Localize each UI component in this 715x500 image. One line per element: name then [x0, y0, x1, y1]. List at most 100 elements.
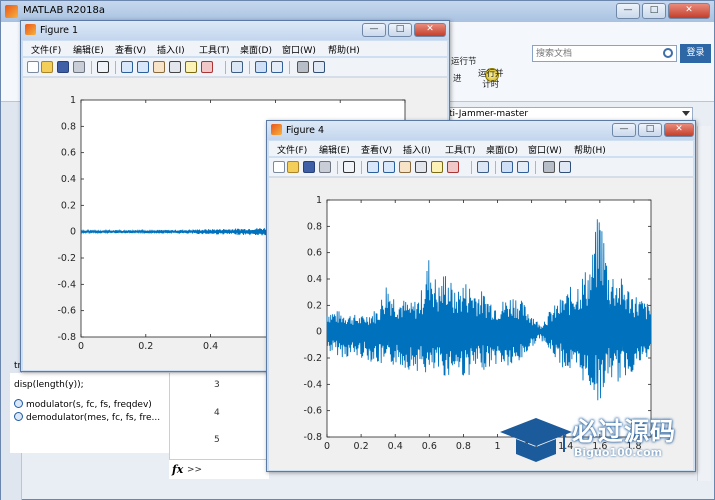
menu-item[interactable]: 窗口(W)	[528, 143, 562, 156]
dock-icon[interactable]	[313, 61, 325, 73]
login-button[interactable]: 登录	[680, 44, 711, 63]
pointer-icon[interactable]	[97, 61, 109, 73]
figure-1-close-button[interactable]: ✕	[414, 23, 446, 37]
rotate-icon[interactable]	[169, 61, 181, 73]
figure-1-title-bar[interactable]: Figure 1 — □ ✕	[21, 21, 449, 40]
colorbar-icon[interactable]	[501, 161, 513, 173]
function-icon	[14, 399, 23, 408]
toolbar-separator	[535, 161, 536, 174]
chevron-down-icon[interactable]	[682, 111, 690, 116]
toolbar-separator	[289, 61, 290, 74]
command-line: disp(length(y));	[14, 380, 84, 390]
dock-icon[interactable]	[559, 161, 571, 173]
zoom-out-icon[interactable]	[137, 61, 149, 73]
vertical-scrollbar[interactable]	[697, 126, 711, 481]
y-tick-label: 0.8	[307, 221, 322, 232]
figure-1-toolbar	[23, 57, 447, 77]
y-tick-label: 0.4	[61, 174, 76, 185]
pan-icon[interactable]	[399, 161, 411, 173]
rotate-icon[interactable]	[415, 161, 427, 173]
menu-item[interactable]: 桌面(D)	[486, 143, 518, 156]
brush-icon[interactable]	[201, 61, 213, 73]
menu-item[interactable]: 插入(I)	[403, 143, 431, 156]
menu-item[interactable]: 文件(F)	[277, 143, 307, 156]
figure-4-close-button[interactable]: ✕	[664, 123, 694, 137]
link-icon[interactable]	[231, 61, 243, 73]
figure-1-minimize-button[interactable]: —	[362, 23, 386, 37]
menu-item[interactable]: 编辑(E)	[73, 43, 104, 56]
link-icon[interactable]	[477, 161, 489, 173]
hide-tools-icon[interactable]	[543, 161, 555, 173]
advance-label[interactable]: 进	[453, 72, 462, 84]
y-tick-label: -0.4	[57, 279, 76, 290]
save-icon[interactable]	[303, 161, 315, 173]
pan-icon[interactable]	[153, 61, 165, 73]
function-item-modulator[interactable]: modulator(s, fc, fs, freqdev)	[14, 399, 152, 410]
pointer-icon[interactable]	[343, 161, 355, 173]
editor-panel[interactable]: 3 4 5	[169, 373, 269, 473]
data-cursor-icon[interactable]	[185, 61, 197, 73]
y-tick-label: 0.8	[61, 121, 76, 132]
zoom-out-icon[interactable]	[383, 161, 395, 173]
save-icon[interactable]	[57, 61, 69, 73]
function-item-demodulator[interactable]: demodulator(mes, fc, fs, fre...	[14, 412, 160, 423]
zoom-in-icon[interactable]	[367, 161, 379, 173]
doc-search-input[interactable]	[533, 46, 658, 61]
toolbar-separator	[337, 161, 338, 174]
open-icon[interactable]	[287, 161, 299, 173]
zoom-in-icon[interactable]	[121, 61, 133, 73]
command-prompt-bar[interactable]: fx >>	[169, 459, 269, 479]
figure-1-menu-bar: 文件(F) 编辑(E) 查看(V) 插入(I) 工具(T) 桌面(D) 窗口(W) 帮助(H)	[23, 41, 447, 56]
run-section-label[interactable]: 运行节	[451, 55, 477, 67]
y-tick-label: -0.2	[57, 253, 76, 264]
figure-4-title-bar[interactable]: Figure 4 — □ ✕	[267, 121, 695, 140]
print-icon[interactable]	[319, 161, 331, 173]
menu-item[interactable]: 帮助(H)	[574, 143, 606, 156]
menu-item[interactable]: 文件(F)	[31, 43, 61, 56]
menu-item[interactable]: 桌面(D)	[240, 43, 272, 56]
watermark-logo: 必过源码 Biguo100.com	[498, 408, 698, 468]
x-tick-label: 0.2	[354, 441, 369, 452]
figure-4-title: Figure 4	[286, 125, 325, 136]
main-title-bar: MATLAB R2018a — □ ✕	[1, 1, 714, 22]
menu-item[interactable]: 帮助(H)	[328, 43, 360, 56]
figure-4-minimize-button[interactable]: —	[612, 123, 636, 137]
command-prompt: >>	[187, 465, 203, 475]
main-minimize-button[interactable]: —	[616, 3, 640, 19]
x-tick-label: 0	[324, 441, 330, 452]
open-icon[interactable]	[41, 61, 53, 73]
y-tick-label: 0.6	[61, 148, 76, 159]
function-name: modulator(s, fc, fs, freqdev)	[26, 400, 152, 410]
toolbar-separator	[225, 61, 226, 74]
watermark-text: 必过源码	[572, 417, 677, 446]
figure-1-maximize-button[interactable]: □	[388, 23, 412, 37]
fx-icon[interactable]: fx	[172, 463, 183, 476]
menu-item[interactable]: 查看(V)	[361, 143, 392, 156]
data-cursor-icon[interactable]	[431, 161, 443, 173]
run-and-time-label[interactable]: 运行并 计时	[478, 69, 504, 91]
search-icon[interactable]	[663, 48, 673, 58]
legend-icon[interactable]	[271, 61, 283, 73]
colorbar-icon[interactable]	[255, 61, 267, 73]
menu-item[interactable]: 工具(T)	[199, 43, 230, 56]
figure-4-maximize-button[interactable]: □	[638, 123, 662, 137]
main-maximize-button[interactable]: □	[642, 3, 666, 19]
brush-icon[interactable]	[447, 161, 459, 173]
menu-item[interactable]: 查看(V)	[115, 43, 146, 56]
print-icon[interactable]	[73, 61, 85, 73]
new-figure-icon[interactable]	[27, 61, 39, 73]
hide-tools-icon[interactable]	[297, 61, 309, 73]
toolbar-separator	[115, 61, 116, 74]
doc-search-box[interactable]	[532, 45, 677, 62]
legend-icon[interactable]	[517, 161, 529, 173]
menu-item[interactable]: 插入(I)	[157, 43, 185, 56]
figure-4-toolbar	[269, 157, 693, 177]
current-folder-bar[interactable]: ti-Jammer-master	[445, 107, 693, 121]
menu-item[interactable]: 编辑(E)	[319, 143, 350, 156]
current-folder-text: ti-Jammer-master	[449, 109, 529, 119]
menu-item[interactable]: 窗口(W)	[282, 43, 316, 56]
main-window-title: MATLAB R2018a	[23, 5, 106, 16]
menu-item[interactable]: 工具(T)	[445, 143, 476, 156]
new-figure-icon[interactable]	[273, 161, 285, 173]
main-close-button[interactable]: ✕	[668, 3, 710, 19]
